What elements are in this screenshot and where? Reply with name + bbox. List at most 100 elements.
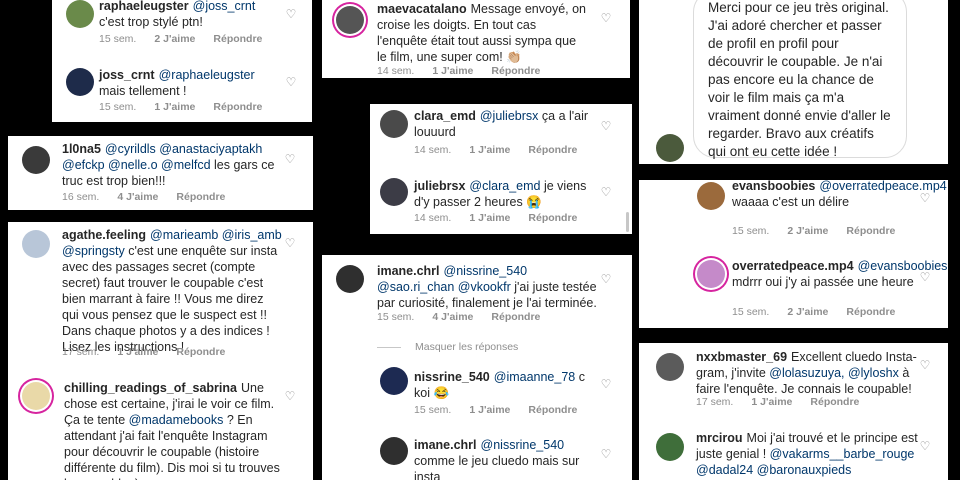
reply-button[interactable]: Répondre bbox=[213, 101, 262, 113]
username[interactable]: juliebrsx bbox=[414, 179, 465, 193]
scrollbar[interactable] bbox=[626, 212, 629, 232]
avatar[interactable] bbox=[656, 353, 684, 381]
username[interactable]: joss_crnt bbox=[99, 68, 155, 82]
likes-count[interactable]: 4 J'aime bbox=[117, 191, 158, 203]
avatar[interactable] bbox=[66, 0, 94, 28]
username[interactable]: agathe.feeling bbox=[62, 228, 146, 242]
username[interactable]: chilling_readings_of_sabrina bbox=[64, 381, 237, 395]
likes-count[interactable]: 2 J'aime bbox=[787, 306, 828, 318]
comment-text: imane.chrl @nissrine_540 comme le jeu clu… bbox=[414, 437, 594, 480]
hide-replies-button[interactable]: Masquer les réponses bbox=[377, 341, 518, 353]
avatar[interactable] bbox=[22, 230, 50, 258]
comment-panel-9: nxxbmaster_69 Excellent cluedo Insta-gram… bbox=[639, 343, 948, 480]
reply-button[interactable]: Répondre bbox=[491, 311, 540, 323]
username[interactable]: clara_emd bbox=[414, 109, 476, 123]
timestamp: 16 sem. bbox=[62, 191, 100, 203]
likes-count[interactable]: 2 J'aime bbox=[787, 225, 828, 237]
reply-button[interactable]: Répondre bbox=[846, 225, 895, 237]
timestamp: 15 sem. bbox=[377, 311, 415, 323]
avatar[interactable] bbox=[380, 178, 408, 206]
comment-text: raphaeleugster @joss_crnt c'est trop styl… bbox=[99, 0, 279, 30]
reply-button[interactable]: Répondre bbox=[528, 144, 577, 156]
heart-icon[interactable]: ♡ bbox=[600, 378, 612, 390]
likes-count[interactable]: 1 J'aime bbox=[432, 65, 473, 77]
avatar[interactable] bbox=[380, 367, 408, 395]
heart-icon[interactable]: ♡ bbox=[285, 8, 297, 20]
reply-button[interactable]: Répondre bbox=[176, 191, 225, 203]
avatar[interactable] bbox=[380, 110, 408, 138]
username[interactable]: evansboobies bbox=[732, 180, 815, 193]
heart-icon[interactable]: ♡ bbox=[285, 76, 297, 88]
comment-text: joss_crnt @raphaeleugster mais tellement … bbox=[99, 67, 279, 99]
heart-icon[interactable]: ♡ bbox=[600, 120, 612, 132]
mentions[interactable]: @lolasuzuya, @lyloshx bbox=[769, 366, 899, 380]
mention[interactable]: @evansboobies bbox=[858, 259, 948, 273]
comment-text: agathe.feeling @marieamb @iris_amb @sprin… bbox=[62, 227, 282, 355]
comment-panel-8: evansboobies @overratedpeace.mp4 waaaa c'… bbox=[639, 180, 948, 328]
reply-button[interactable]: Répondre bbox=[528, 404, 577, 416]
avatar[interactable] bbox=[380, 437, 408, 465]
likes-count[interactable]: 4 J'aime bbox=[432, 311, 473, 323]
heart-icon[interactable]: ♡ bbox=[600, 12, 612, 24]
avatar[interactable] bbox=[656, 433, 684, 461]
mention[interactable]: @clara_emd bbox=[469, 179, 540, 193]
comment-text: chilling_readings_of_sabrina Une chose es… bbox=[64, 380, 284, 480]
username[interactable]: raphaeleugster bbox=[99, 0, 189, 13]
reply-button[interactable]: Répondre bbox=[176, 346, 225, 358]
reply-button[interactable]: Répondre bbox=[213, 33, 262, 45]
username[interactable]: nissrine_540 bbox=[414, 370, 490, 384]
mention[interactable]: @imaanne_78 bbox=[494, 370, 576, 384]
heart-icon[interactable]: ♡ bbox=[919, 271, 931, 283]
mention[interactable]: @raphaeleugster bbox=[159, 68, 255, 82]
username[interactable]: mrcirou bbox=[696, 431, 743, 445]
comment-panel-5: clara_emd @juliebrsx ça a l'air louuurd ♡… bbox=[370, 104, 632, 234]
comment-body: mais tellement ! bbox=[99, 84, 187, 98]
avatar[interactable] bbox=[336, 6, 364, 34]
reply-button[interactable]: Répondre bbox=[810, 396, 859, 408]
likes-count[interactable]: 2 J'aime bbox=[154, 33, 195, 45]
heart-icon[interactable]: ♡ bbox=[284, 390, 296, 402]
username[interactable]: overratedpeace.mp4 bbox=[732, 259, 854, 273]
heart-icon[interactable]: ♡ bbox=[600, 448, 612, 460]
mention[interactable]: @nissrine_540 bbox=[481, 438, 565, 452]
mention[interactable]: @juliebrsx bbox=[480, 109, 539, 123]
username[interactable]: imane.chrl bbox=[414, 438, 477, 452]
username[interactable]: 1l0na5 bbox=[62, 142, 101, 156]
likes-count[interactable]: 1 J'aime bbox=[154, 101, 195, 113]
reply-button[interactable]: Répondre bbox=[528, 212, 577, 224]
avatar[interactable] bbox=[697, 182, 725, 210]
username[interactable]: maevacatalano bbox=[377, 2, 467, 16]
timestamp: 14 sem. bbox=[414, 144, 452, 156]
heart-icon[interactable]: ♡ bbox=[919, 192, 931, 204]
comment-text: imane.chrl @nissrine_540 @sao.ri_chan @vk… bbox=[377, 263, 597, 311]
heart-icon[interactable]: ♡ bbox=[600, 186, 612, 198]
avatar[interactable] bbox=[656, 134, 684, 162]
heart-icon[interactable]: ♡ bbox=[284, 237, 296, 249]
likes-count[interactable]: 1 J'aime bbox=[751, 396, 792, 408]
timestamp: 14 sem. bbox=[377, 65, 415, 77]
comment-meta: 15 sem. 2 J'aime Répondre bbox=[732, 225, 913, 237]
mention[interactable]: @joss_crnt bbox=[193, 0, 256, 13]
heart-icon[interactable]: ♡ bbox=[919, 440, 931, 452]
username[interactable]: nxxbmaster_69 bbox=[696, 350, 787, 364]
comment-meta: 17 sem. 1 J'aime Répondre bbox=[62, 346, 243, 358]
reply-button[interactable]: Répondre bbox=[491, 65, 540, 77]
heart-icon[interactable]: ♡ bbox=[600, 273, 612, 285]
comment-panel-6: imane.chrl @nissrine_540 @sao.ri_chan @vk… bbox=[322, 255, 632, 480]
likes-count[interactable]: 1 J'aime bbox=[469, 404, 510, 416]
likes-count[interactable]: 1 J'aime bbox=[469, 144, 510, 156]
avatar[interactable] bbox=[22, 146, 50, 174]
avatar[interactable] bbox=[22, 382, 50, 410]
likes-count[interactable]: 1 J'aime bbox=[469, 212, 510, 224]
comment-panel-2: 1l0na5 @cyrildls @anastaciyaptakh @efckp … bbox=[8, 136, 313, 210]
likes-count[interactable]: 1 J'aime bbox=[117, 346, 158, 358]
avatar[interactable] bbox=[697, 260, 725, 288]
heart-icon[interactable]: ♡ bbox=[284, 153, 296, 165]
mention[interactable]: @madamebooks bbox=[129, 413, 224, 427]
username[interactable]: imane.chrl bbox=[377, 264, 440, 278]
reply-button[interactable]: Répondre bbox=[846, 306, 895, 318]
avatar[interactable] bbox=[66, 68, 94, 96]
heart-icon[interactable]: ♡ bbox=[919, 359, 931, 371]
avatar[interactable] bbox=[336, 265, 364, 293]
comment-meta: 15 sem. 1 J'aime Répondre bbox=[99, 101, 280, 113]
